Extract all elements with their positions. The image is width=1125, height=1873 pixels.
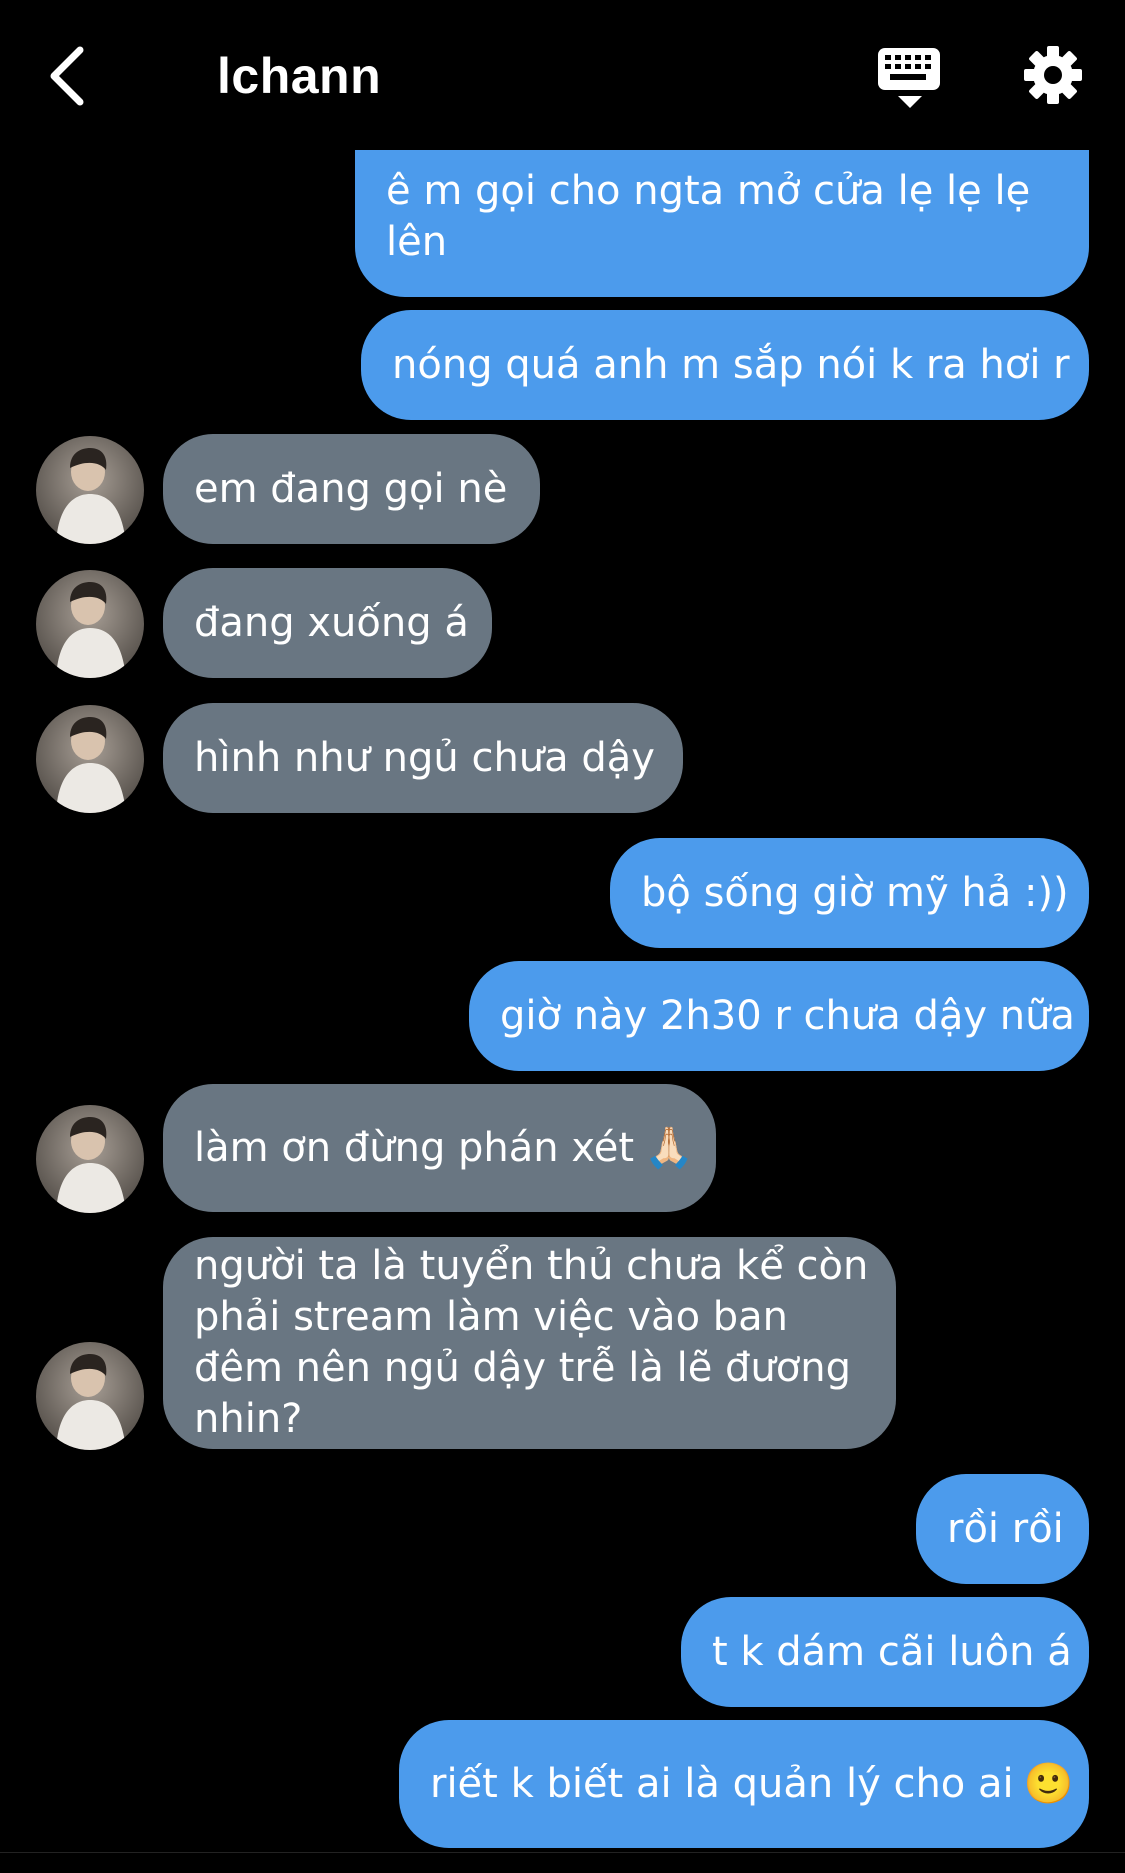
message-text: nóng quá anh m sắp nói k ra hơi r [392,341,1070,388]
contact-avatar[interactable] [36,570,144,678]
chat-header: lchann [0,0,1125,150]
contact-avatar[interactable] [36,436,144,544]
received-message[interactable]: làm ơn đừng phán xét 🙏🏻 [163,1084,716,1212]
message-text: giờ này 2h30 r chưa dậy nữa [500,992,1075,1039]
sent-message[interactable]: t k dám cãi luôn á [681,1597,1089,1707]
contact-avatar[interactable] [36,1342,144,1450]
chevron-left-icon [50,46,84,106]
sent-message[interactable]: nóng quá anh m sắp nói k ra hơi r [361,310,1089,420]
message-text: riết k biết ai là quản lý cho ai [430,1760,1014,1807]
keyboard-icon [878,48,940,108]
sent-message[interactable]: rồi rồi [916,1474,1089,1584]
sent-message[interactable]: ê m gọi cho ngta mở cửa lẹ lẹ lẹ lên [355,140,1089,297]
sent-message[interactable]: giờ này 2h30 r chưa dậy nữa [469,961,1089,1071]
received-message[interactable]: hình như ngủ chưa dậy [163,703,683,813]
message-text: ê m gọi cho ngta mở cửa lẹ lẹ lẹ lên [386,168,1031,265]
sent-message[interactable]: riết k biết ai là quản lý cho ai 🙂 [399,1720,1089,1848]
divider [0,1852,1125,1853]
message-text: hình như ngủ chưa dậy [194,734,655,781]
gear-icon [1024,46,1082,104]
smiling-face-emoji: 🙂 [1023,1760,1074,1807]
message-text: người ta là tuyển thủ chưa kể còn phải s… [194,1243,869,1442]
contact-avatar[interactable] [36,1105,144,1213]
message-text: làm ơn đừng phán xét [194,1124,635,1171]
settings-button[interactable] [1022,44,1084,106]
message-text: rồi rồi [947,1505,1064,1552]
contact-avatar[interactable] [36,705,144,813]
message-text: t k dám cãi luôn á [712,1628,1072,1675]
sent-message[interactable]: bộ sống giờ mỹ hả :)) [610,838,1089,948]
received-message[interactable]: người ta là tuyển thủ chưa kể còn phải s… [163,1237,896,1449]
message-text: em đang gọi nè [194,465,508,512]
message-text: đang xuống á [194,599,469,646]
message-text: bộ sống giờ mỹ hả :)) [641,869,1069,916]
back-button[interactable] [44,42,94,112]
praying-hands-emoji: 🙏🏻 [644,1124,694,1171]
received-message[interactable]: đang xuống á [163,568,492,678]
received-message[interactable]: em đang gọi nè [163,434,540,544]
conversation-title: lchann [217,48,382,104]
message-thread: ê m gọi cho ngta mở cửa lẹ lẹ lẹ lên nón… [0,0,1125,1873]
keyboard-toggle-button[interactable] [876,44,944,112]
